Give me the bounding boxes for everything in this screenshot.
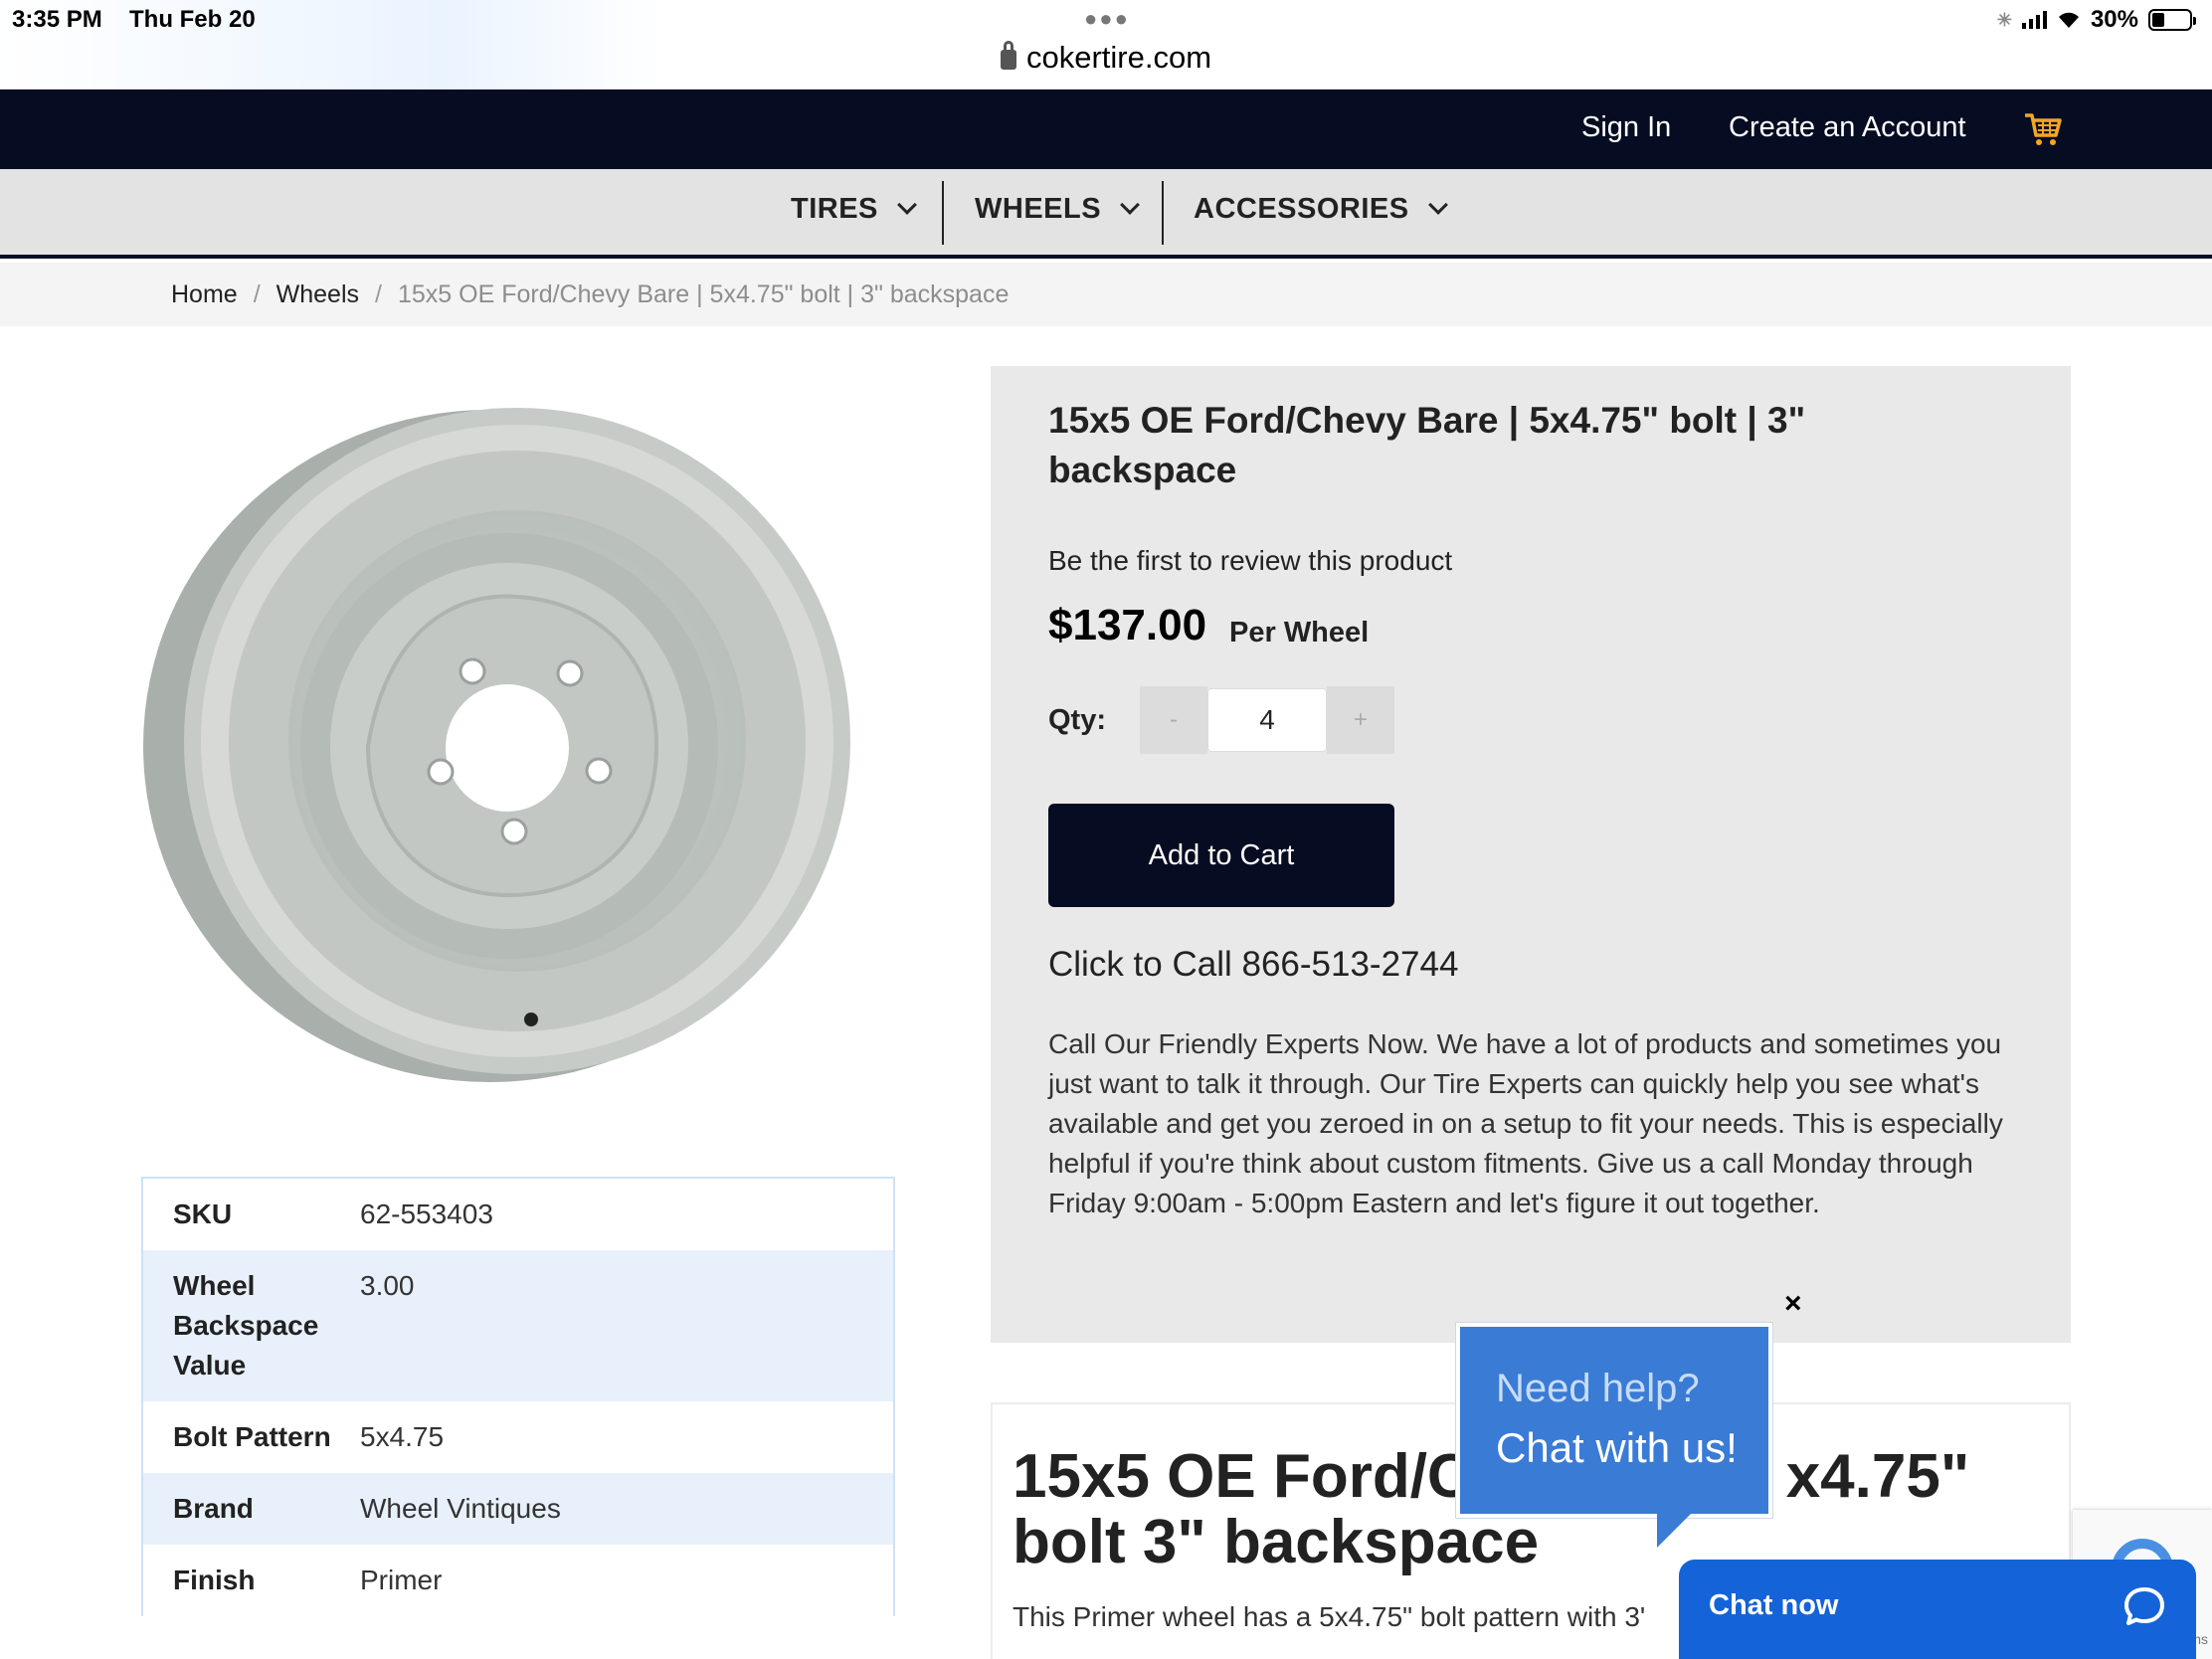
spec-key: Finish xyxy=(173,1565,256,1595)
spec-value: 62-553403 xyxy=(360,1198,493,1229)
breadcrumb: Home / Wheels / 15x5 OE Ford/Chevy Bare | 5x… xyxy=(0,263,2212,326)
top-nav: Sign In Create an Account xyxy=(0,90,2212,169)
nav-accessories-label: ACCESSORIES xyxy=(1194,193,1409,225)
chevron-down-icon xyxy=(897,195,917,215)
signal-icon xyxy=(2021,11,2047,29)
nav-wheels[interactable]: WHEELS xyxy=(975,193,1140,226)
spec-key: Brand xyxy=(173,1493,254,1524)
chevron-down-icon xyxy=(1120,195,1140,215)
table-row: SKU 62-553403 xyxy=(143,1179,893,1250)
cart-icon[interactable] xyxy=(2023,109,2063,149)
spec-value: Wheel Vintiques xyxy=(360,1493,561,1524)
nav-accessories[interactable]: ACCESSORIES xyxy=(1194,193,1448,226)
description-title-part1: 15x5 OE Ford/C xyxy=(1013,1442,1472,1511)
breadcrumb-home[interactable]: Home xyxy=(171,280,238,308)
table-row: Finish Primer xyxy=(143,1545,893,1616)
table-row: Wheel Backspace Value 3.00 xyxy=(143,1250,893,1401)
nav-tires-label: TIRES xyxy=(791,193,878,225)
nav-divider xyxy=(942,181,944,245)
chat-prompt-line1: Need help? xyxy=(1496,1367,1700,1410)
wifi-icon xyxy=(2058,12,2079,28)
lock-icon xyxy=(1000,41,1016,70)
spec-key: Wheel Backspace Value xyxy=(173,1270,319,1381)
spec-key: SKU xyxy=(173,1198,233,1229)
qty-decrement-button[interactable]: - xyxy=(1140,686,1207,754)
status-time: 3:35 PM xyxy=(12,6,102,33)
description-title-part2: x4.75" xyxy=(1785,1442,1970,1511)
table-row: Bolt Pattern 5x4.75 xyxy=(143,1401,893,1473)
address-bar[interactable]: cokertire.com xyxy=(0,40,2212,76)
nav-divider xyxy=(1162,181,1164,245)
multitask-dots-icon[interactable]: ●●● xyxy=(1084,6,1130,32)
chevron-down-icon xyxy=(1427,195,1448,215)
chat-prompt-bubble[interactable]: Need help? Chat with us! xyxy=(1456,1323,1772,1548)
sign-in-link[interactable]: Sign In xyxy=(1581,111,1671,144)
battery-icon xyxy=(2148,9,2196,31)
close-icon[interactable]: × xyxy=(1784,1287,1802,1321)
qty-label: Qty: xyxy=(1048,704,1106,736)
loading-icon: ✳ xyxy=(1996,9,2012,30)
breadcrumb-wheels[interactable]: Wheels xyxy=(276,280,359,308)
create-account-link[interactable]: Create an Account xyxy=(1729,111,1966,144)
browser-status-bar: 3:35 PM Thu Feb 20 ●●● cokertire.com ✳ 3… xyxy=(0,0,2212,90)
status-indicators: ✳ 30% xyxy=(1996,6,2196,34)
spec-key: Bolt Pattern xyxy=(173,1421,331,1452)
spec-value: 3.00 xyxy=(360,1270,415,1301)
nav-tires[interactable]: TIRES xyxy=(791,193,917,226)
product-info-panel: 15x5 OE Ford/Chevy Bare | 5x4.75" bolt |… xyxy=(991,366,2071,1343)
table-row: Brand Wheel Vintiques xyxy=(143,1473,893,1545)
chat-bubble-icon xyxy=(2124,1587,2164,1625)
breadcrumb-separator: / xyxy=(253,280,261,308)
qty-input[interactable]: 4 xyxy=(1207,688,1327,752)
click-to-call-link[interactable]: Click to Call 866-513-2744 xyxy=(1048,945,1458,985)
price-unit: Per Wheel xyxy=(1229,617,1370,648)
chat-now-button[interactable]: Chat now xyxy=(1679,1560,2196,1659)
spec-value: 5x4.75 xyxy=(360,1421,445,1452)
add-to-cart-button[interactable]: Add to Cart xyxy=(1048,804,1394,907)
chat-prompt-line2: Chat with us! xyxy=(1496,1424,1738,1471)
breadcrumb-separator: / xyxy=(375,280,382,308)
product-price: $137.00 xyxy=(1048,601,1207,649)
call-description: Call Our Friendly Experts Now. We have a… xyxy=(1048,1028,2003,1218)
url-text: cokertire.com xyxy=(1025,40,1212,75)
status-date: Thu Feb 20 xyxy=(129,6,256,33)
product-image[interactable] xyxy=(139,378,895,1114)
chat-now-label: Chat now xyxy=(1709,1589,1839,1621)
category-nav: TIRES WHEELS ACCESSORIES xyxy=(0,169,2212,259)
nav-wheels-label: WHEELS xyxy=(975,193,1102,225)
description-title-line2: bolt 3" backspace xyxy=(1013,1508,1540,1576)
qty-increment-button[interactable]: + xyxy=(1327,686,1394,754)
breadcrumb-current: 15x5 OE Ford/Chevy Bare | 5x4.75" bolt |… xyxy=(397,280,1010,308)
product-title: 15x5 OE Ford/Chevy Bare | 5x4.75" bolt |… xyxy=(1048,400,1806,490)
battery-percent: 30% xyxy=(2090,6,2138,33)
review-link[interactable]: Be the first to review this product xyxy=(1048,545,1452,577)
spec-table: SKU 62-553403 Wheel Backspace Value 3.00… xyxy=(141,1177,895,1616)
spec-value: Primer xyxy=(360,1565,443,1595)
